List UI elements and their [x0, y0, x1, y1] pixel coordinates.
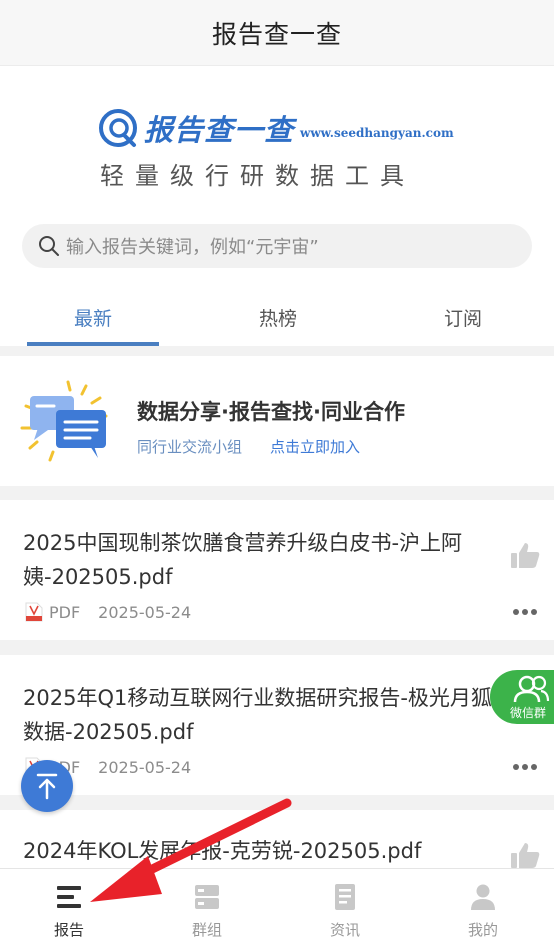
thumbs-up-icon[interactable] [510, 842, 540, 868]
report-item[interactable]: 2024年KOL发展年报-克劳锐-202505.pdf [0, 810, 554, 868]
report-type: PDF [49, 602, 81, 622]
nav-news-label: 资讯 [329, 921, 360, 939]
search-placeholder: 输入报告关键词，例如“元宇宙” [66, 237, 319, 258]
wechat-group-button[interactable]: 微信群 [490, 670, 554, 724]
nav-group[interactable]: 群组 [138, 869, 276, 946]
people-icon [513, 675, 550, 703]
pdf-icon [25, 602, 43, 622]
page-title: 报告查一查 [211, 19, 342, 49]
nav-report[interactable]: 报告 [0, 869, 138, 946]
nav-profile[interactable]: 我的 [414, 869, 552, 946]
tab-bar: 最新 热榜 订阅 [0, 288, 554, 346]
chat-bubbles-icon [20, 380, 108, 462]
group-icon [195, 885, 219, 909]
more-icon[interactable] [512, 763, 538, 771]
tab-hot[interactable]: 热榜 [212, 288, 344, 346]
nav-profile-label: 我的 [467, 921, 498, 939]
logo-icon [99, 109, 137, 147]
report-icon [57, 886, 81, 908]
bottom-nav: 报告 群组 资讯 我的 [0, 868, 554, 946]
search-icon [39, 236, 59, 256]
report-date: 2025-05-24 [98, 602, 192, 622]
report-item[interactable]: 2025年Q1移动互联网行业数据研究报告-极光月狐数据-202505.pdf P… [0, 655, 554, 795]
title-bar: 报告查一查 [0, 0, 554, 66]
profile-icon [471, 884, 495, 910]
arrow-up-icon [36, 773, 58, 800]
more-icon[interactable] [512, 608, 538, 616]
join-link[interactable]: 点击立即加入 [270, 436, 360, 457]
group-banner[interactable]: 数据分享·报告查找·同业合作 同行业交流小组 点击立即加入 [0, 356, 554, 486]
nav-news[interactable]: 资讯 [276, 869, 414, 946]
logo-url: www.seedhangyan.com [300, 126, 454, 140]
header-section: 报告查一查 www.seedhangyan.com 轻量级行研数据工具 输入报告… [0, 66, 554, 346]
report-meta: PDF 2025-05-24 [25, 602, 191, 622]
tab-latest[interactable]: 最新 [27, 288, 159, 346]
report-title[interactable]: 2024年KOL发展年报-克劳锐-202505.pdf [23, 834, 493, 868]
nav-group-label: 群组 [191, 921, 222, 939]
nav-report-label: 报告 [53, 921, 84, 939]
wechat-group-label: 微信群 [510, 706, 547, 720]
report-title[interactable]: 2025中国现制茶饮膳食营养升级白皮书-沪上阿姨-202505.pdf [23, 526, 493, 594]
report-item[interactable]: 2025中国现制茶饮膳食营养升级白皮书-沪上阿姨-202505.pdf PDF … [0, 500, 554, 640]
thumbs-up-icon[interactable] [510, 542, 540, 570]
back-to-top-button[interactable] [21, 760, 73, 812]
logo-text: 报告查一查 [144, 113, 295, 147]
search-input[interactable]: 输入报告关键词，例如“元宇宙” [22, 224, 532, 268]
banner-subtitle: 同行业交流小组 [137, 438, 243, 456]
tab-active-indicator [27, 342, 159, 346]
banner-title: 数据分享·报告查找·同业合作 [137, 400, 405, 424]
news-icon [335, 884, 355, 910]
report-title[interactable]: 2025年Q1移动互联网行业数据研究报告-极光月狐数据-202505.pdf [23, 681, 493, 749]
logo: 报告查一查 www.seedhangyan.com [98, 106, 454, 150]
tab-subscribe[interactable]: 订阅 [397, 288, 529, 346]
slogan: 轻量级行研数据工具 [100, 162, 415, 190]
report-date: 2025-05-24 [98, 757, 192, 777]
